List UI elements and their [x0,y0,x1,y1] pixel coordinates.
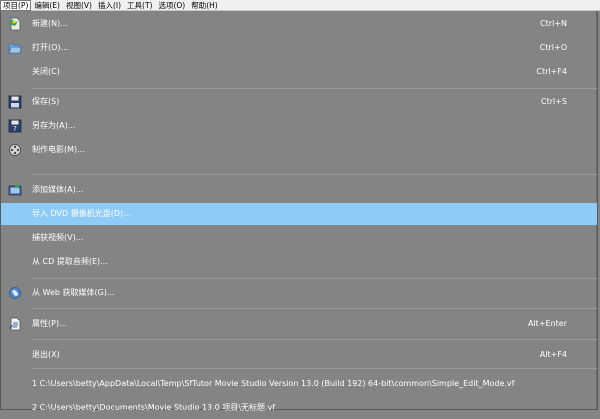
menu-item-label: 新建(N)... [32,19,68,28]
menu-item-close[interactable]: 关闭(C) Ctrl+F4 [1,61,597,83]
svg-text:?: ? [13,125,17,133]
menu-separator [31,339,597,340]
menu-item-save-as[interactable]: ? 另存为(A)... [1,115,597,137]
menu-item-label: 关闭(C) [32,67,60,76]
menu-item-label: 从 Web 获取媒体(G)... [32,288,115,297]
shortcut: Ctrl+F4 [536,67,567,76]
menu-separator [31,88,597,89]
menu-item-label: 2 C:\Users\betty\Documents\Movie Studio … [32,403,276,412]
menu-item-make-movie[interactable]: 制作电影(M)... [1,139,597,161]
menu-item-label: 打开(O)... [32,43,69,52]
add-media-icon [8,183,22,197]
menu-options[interactable]: 选项(O) [155,0,188,11]
properties-icon [8,317,22,331]
menu-separator [31,368,597,369]
menu-item-capture-video[interactable]: 捕获视频(V)... [1,227,597,249]
menu-item-save[interactable]: 保存(S) Ctrl+S [1,91,597,113]
menu-separator [31,308,597,309]
menu-item-label: 从 CD 提取音频(E)... [32,257,108,266]
menu-item-extract-cd-audio[interactable]: 从 CD 提取音频(E)... [1,251,597,273]
new-project-icon [8,17,22,31]
shortcut: Ctrl+S [540,97,567,106]
menu-edit[interactable]: 编辑(E) [31,0,63,11]
film-reel-icon [8,143,22,157]
menu-item-label: 捕获视频(V)... [32,233,84,242]
menu-item-open[interactable]: 打开(O)... Ctrl+O [1,37,597,59]
menu-item-label: 制作电影(M)... [32,145,85,154]
menu-item-new[interactable]: 新建(N)... Ctrl+N [1,13,597,35]
shortcut: Alt+F4 [539,350,567,359]
menu-item-label: 添加媒体(A)... [32,185,84,194]
menu-item-label: 退出(X) [32,350,60,359]
menu-item-label: 属性(P)... [32,319,67,328]
shortcut: Alt+Enter [527,319,567,328]
menu-item-label: 1 C:\Users\betty\AppData\Local\Temp\SfTu… [32,379,515,388]
menu-help[interactable]: 帮助(H) [188,0,221,11]
menu-item-label: 导入 DVD 摄像机光盘(D)... [32,209,131,218]
shortcut: Ctrl+N [540,19,567,28]
menu-item-properties[interactable]: 属性(P)... Alt+Enter [1,313,597,335]
menu-item-exit[interactable]: 退出(X) Alt+F4 [1,344,597,366]
menu-bar: 项目(P) 编辑(E) 视图(V) 插入(I) 工具(T) 选项(O) 帮助(H… [0,0,600,11]
globe-icon [8,286,22,300]
project-dropdown-menu: 新建(N)... Ctrl+N 打开(O)... Ctrl+O 关闭(C) Ct… [0,11,598,412]
menu-insert[interactable]: 插入(I) [95,0,124,11]
menu-item-recent-file-2[interactable]: 2 C:\Users\betty\Documents\Movie Studio … [1,397,597,419]
menu-separator [31,174,597,175]
folder-open-icon [8,41,22,55]
menu-item-recent-file-1[interactable]: 1 C:\Users\betty\AppData\Local\Temp\SfTu… [1,373,597,395]
shortcut: Ctrl+O [539,43,567,52]
menu-tools[interactable]: 工具(T) [124,0,155,11]
menu-item-label: 另存为(A)... [32,121,76,130]
floppy-disk-icon [8,95,22,109]
menu-item-get-web-media[interactable]: 从 Web 获取媒体(G)... [1,282,597,304]
menu-item-import-dvd[interactable]: 导入 DVD 摄像机光盘(D)... [1,203,597,225]
menu-item-add-media[interactable]: 添加媒体(A)... [1,179,597,201]
save-as-icon: ? [8,119,22,133]
menu-separator [31,278,597,279]
menu-item-label: 保存(S) [32,97,60,106]
menu-project[interactable]: 项目(P) [0,0,32,11]
menu-view[interactable]: 视图(V) [63,0,95,11]
